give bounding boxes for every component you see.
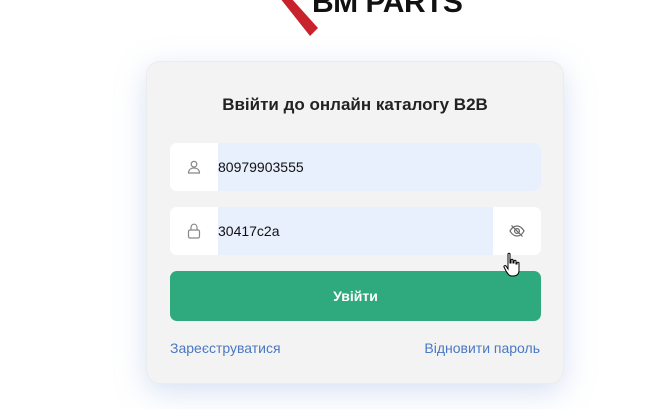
logo-text: BM PARTS <box>312 0 463 19</box>
eye-off-icon <box>509 225 525 237</box>
user-icon <box>170 143 218 191</box>
hand-cursor-icon <box>503 252 520 277</box>
password-field <box>170 207 541 255</box>
login-card: Ввійти до онлайн каталогу B2B 8097990355… <box>146 61 564 384</box>
phone-input[interactable] <box>218 143 541 191</box>
restore-password-link[interactable]: Відновити пароль <box>424 340 540 356</box>
login-page: BM PARTS Ввійти до онлайн каталогу B2B 8… <box>0 0 670 409</box>
password-input[interactable] <box>218 207 493 255</box>
login-button[interactable]: Увійти <box>170 271 541 321</box>
login-title: Ввійти до онлайн каталогу B2B <box>222 95 488 114</box>
register-link[interactable]: Зареєструватися <box>170 340 281 356</box>
brand-logo[interactable]: BM PARTS <box>260 0 470 36</box>
lock-icon <box>170 207 218 255</box>
toggle-password-visibility[interactable] <box>493 207 541 255</box>
phone-field <box>170 143 541 191</box>
